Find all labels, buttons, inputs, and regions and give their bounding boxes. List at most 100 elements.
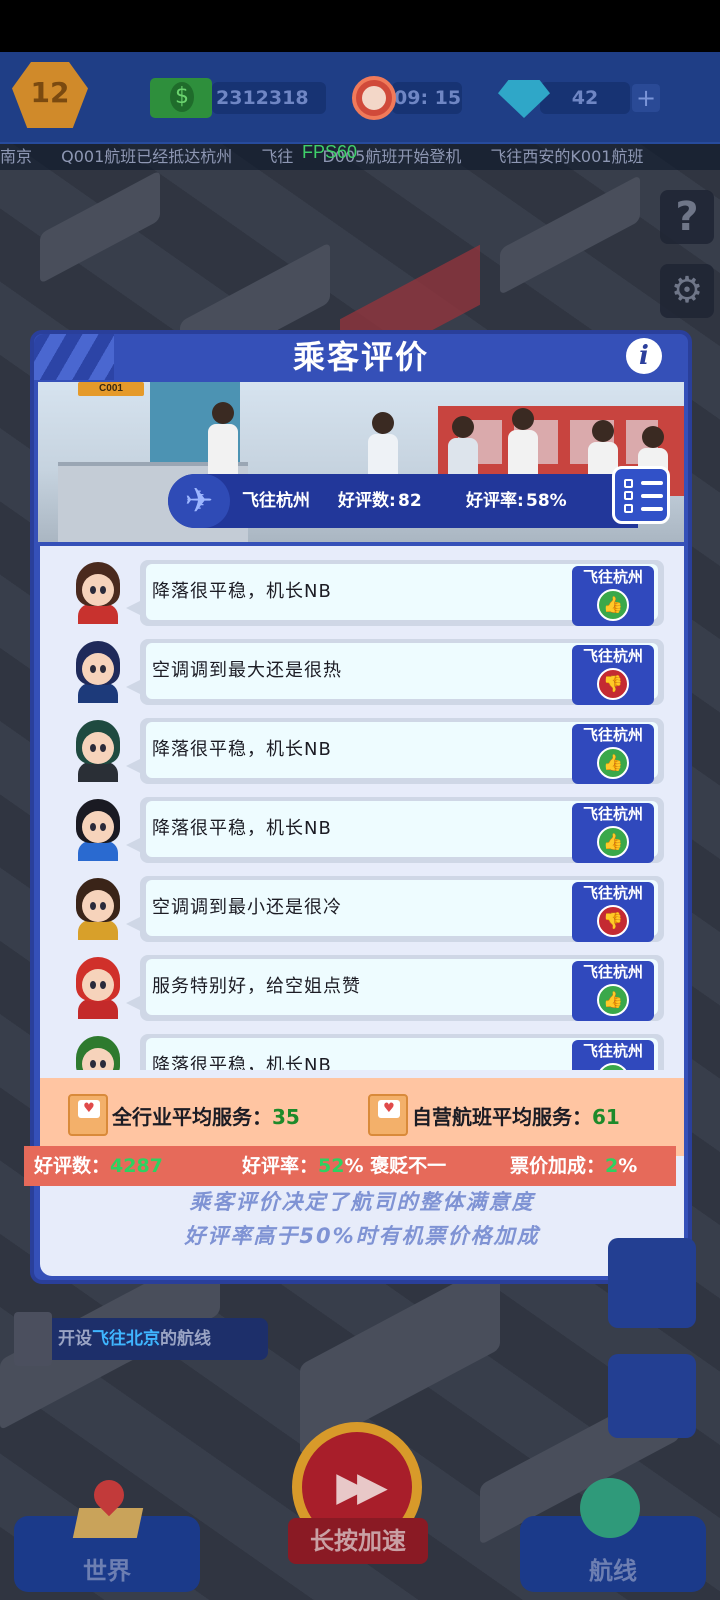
route-task[interactable]: 开设飞往北京的航线 xyxy=(14,1312,268,1366)
avatar-shirt xyxy=(78,920,118,940)
good-count-value: 82 xyxy=(398,491,422,511)
fps-counter: FPS60 xyxy=(302,142,358,162)
total-good-rate: 好评率：52% 褒贬不一 xyxy=(242,1155,447,1177)
info-icon[interactable]: i xyxy=(626,338,662,374)
review-bubble: 空调调到最小还是很冷 飞往杭州 👎 xyxy=(126,876,664,942)
money-counter: 2312318 xyxy=(212,82,326,114)
review-text: 空调调到最大还是很热 xyxy=(152,660,342,681)
passenger-avatar xyxy=(68,560,128,624)
world-label: 世界 xyxy=(83,1557,131,1585)
self-average: 自营航班平均服务：61 xyxy=(412,1105,620,1129)
level-number: 12 xyxy=(30,76,70,109)
destination-tag: 飞往杭州 👍 xyxy=(572,1040,654,1070)
review-row: 空调调到最大还是很热 飞往杭州 👎 xyxy=(68,639,668,705)
review-text: 空调调到最小还是很冷 xyxy=(152,897,342,918)
gem-counter: 42 xyxy=(540,82,630,114)
destination-tag: 飞往杭州 👍 xyxy=(572,566,654,626)
passenger-avatar xyxy=(68,1034,128,1070)
passenger-avatar xyxy=(68,876,128,940)
review-bubble: 服务特别好，给空姐点赞 飞往杭州 👍 xyxy=(126,955,664,1021)
review-text: 降落很平稳，机长NB xyxy=(152,581,332,602)
status-bar-area xyxy=(0,0,720,52)
destination-tag: 飞往杭州 👎 xyxy=(572,645,654,705)
settings-button[interactable]: ⚙ xyxy=(660,264,714,318)
destination-tag-label: 飞往杭州 xyxy=(582,805,643,823)
review-text: 降落很平稳，机长NB xyxy=(152,1055,332,1070)
money-icon xyxy=(150,78,212,118)
ticker-item: Q001航班已经抵达杭州 xyxy=(61,147,233,166)
summary-bar: 好评数：4287 好评率：52% 褒贬不一 票价加成：2% xyxy=(24,1146,676,1186)
world-button[interactable]: 世界 xyxy=(14,1473,200,1592)
review-row: 空调调到最小还是很冷 飞往杭州 👎 xyxy=(68,876,668,942)
review-list-button[interactable] xyxy=(612,466,670,524)
review-card-icon xyxy=(68,1094,108,1136)
add-gems-button[interactable]: + xyxy=(632,84,660,112)
passenger-avatar xyxy=(68,718,128,782)
dialog-title: 乘客评价 xyxy=(292,338,429,376)
avatar-shirt xyxy=(78,762,118,782)
service-stats: 全行业平均服务：35 自营航班平均服务：61 xyxy=(40,1078,684,1156)
avatar-shirt xyxy=(78,683,118,703)
help-button[interactable]: ? xyxy=(660,190,714,244)
review-bubble: 降落很平稳，机长NB 飞往杭州 👍 xyxy=(140,1034,664,1070)
routes-button[interactable]: 航线 xyxy=(520,1478,706,1592)
level-badge[interactable]: 12 xyxy=(12,62,88,128)
avatar-face xyxy=(82,811,114,843)
review-row: 降落很平稳，机长NB 飞往杭州 👍 xyxy=(68,1034,668,1070)
staff-button[interactable] xyxy=(608,1354,696,1438)
news-ticker: 南京 Q001航班已经抵达杭州 飞往 D005航班开始登机 飞往西安的K001航… xyxy=(0,144,720,170)
destination-tag-label: 飞往杭州 xyxy=(582,568,643,586)
review-text: 降落很平稳，机长NB xyxy=(152,818,332,839)
globe-icon xyxy=(580,1478,640,1538)
map-pin-icon xyxy=(72,1473,144,1540)
thumbs-down-icon: 👎 xyxy=(597,905,629,937)
passenger-avatar xyxy=(68,797,128,861)
avatar-face xyxy=(82,969,114,1001)
review-bubble: 降落很平稳，机长NB 飞往杭州 👍 xyxy=(126,560,664,626)
thumbs-up-icon: 👍 xyxy=(597,747,629,779)
footer-note-1: 乘客评价决定了航司的整体满意度 xyxy=(189,1190,535,1214)
review-text: 降落很平稳，机长NB xyxy=(152,739,332,760)
avatar-shirt xyxy=(78,999,118,1019)
destination-tag-label: 飞往杭州 xyxy=(582,963,643,981)
review-row: 降落很平稳，机长NB 飞往杭州 👍 xyxy=(68,797,668,863)
review-text: 服务特别好，给空姐点赞 xyxy=(152,976,361,997)
total-good-count: 好评数：4287 xyxy=(34,1155,163,1177)
bottom-nav: 世界 长按加速 航线 xyxy=(0,1422,720,1600)
destination-tag-label: 飞往杭州 xyxy=(582,1042,643,1060)
review-row: 降落很平稳，机长NB 飞往杭州 👍 xyxy=(68,718,668,784)
industry-average-value: 35 xyxy=(272,1105,300,1129)
good-rate-value: 58% xyxy=(526,491,567,511)
wrench-button[interactable] xyxy=(608,1238,696,1328)
review-card-icon xyxy=(368,1094,408,1136)
thumbs-up-icon: 👍 xyxy=(597,826,629,858)
avatar-shirt xyxy=(78,604,118,624)
destination-tag: 飞往杭州 👎 xyxy=(572,882,654,942)
destination-tag: 飞往杭州 👍 xyxy=(572,961,654,1021)
routes-label: 航线 xyxy=(589,1557,637,1585)
clipboard-icon xyxy=(14,1312,52,1366)
price-bonus: 票价加成：2% xyxy=(510,1155,638,1177)
clock-display: 09: 15 xyxy=(392,82,462,114)
ticker-item: 南京 xyxy=(0,147,33,166)
review-list[interactable]: 降落很平稳，机长NB 飞往杭州 👍 空调调到最大还是很热 飞往杭州 👎 降落很平稳，机长NB… xyxy=(40,546,684,1070)
thumbs-up-icon: 👍 xyxy=(597,589,629,621)
gate-sign: C001 xyxy=(78,382,144,396)
thumbs-up-icon: 👍 xyxy=(597,984,629,1016)
ticker-item: 飞往 xyxy=(261,147,294,166)
clock-icon xyxy=(352,76,396,120)
destination-tag-label: 飞往杭州 xyxy=(582,647,643,665)
passenger-avatar xyxy=(68,639,128,703)
industry-average: 全行业平均服务：35 xyxy=(112,1105,300,1129)
self-average-value: 61 xyxy=(592,1105,620,1129)
destination-tag: 飞往杭州 👍 xyxy=(572,724,654,784)
good-rate-label: 好评率: xyxy=(466,491,524,511)
destination-tag-label: 飞往杭州 xyxy=(582,884,643,902)
avatar-face xyxy=(82,732,114,764)
plane-icon: ✈ xyxy=(168,474,230,528)
destination-tag-label: 飞往杭州 xyxy=(582,726,643,744)
review-bubble: 降落很平稳，机长NB 飞往杭州 👍 xyxy=(126,797,664,863)
passenger-review-dialog: 乘客评价 i C001 ✈ 飞往杭州 好评数: 82 好评率: 58% 降落很平… xyxy=(24,330,692,1284)
speed-up-label[interactable]: 长按加速 xyxy=(288,1518,428,1564)
route-task-text: 开设飞往北京的航线 xyxy=(58,1329,211,1349)
